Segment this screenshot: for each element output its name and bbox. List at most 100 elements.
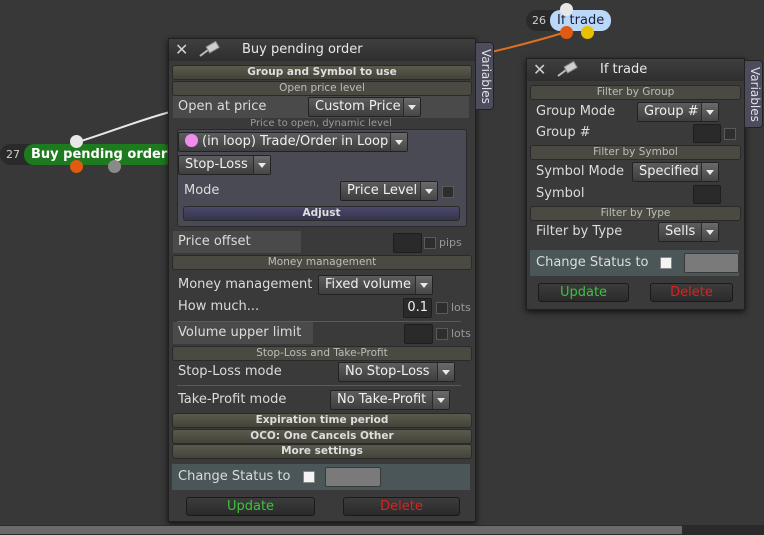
delete-button[interactable]: Delete <box>650 283 733 302</box>
filter-type-dropdown[interactable]: Sells <box>658 222 719 242</box>
stop-loss-dropdown[interactable]: Stop-Loss <box>178 155 271 175</box>
filter-type-label: Filter by Type <box>536 224 623 239</box>
stop-loss-mode-label: Stop-Loss mode <box>178 364 282 379</box>
update-button[interactable]: Update <box>538 283 629 302</box>
loop-trade-dropdown[interactable]: (in loop) Trade/Order in Loop <box>178 132 408 152</box>
group-number-input[interactable] <box>693 124 721 143</box>
chevron-down-icon <box>701 163 718 181</box>
pips-unit: pips <box>439 236 462 249</box>
dropdown-value: Sells <box>665 224 696 239</box>
section-expiration[interactable]: Expiration time period <box>172 413 472 428</box>
output-connector-orange[interactable] <box>560 26 573 39</box>
input-connector[interactable] <box>560 3 573 16</box>
symbol-label: Symbol <box>536 186 585 201</box>
volume-upper-limit-input[interactable] <box>404 324 433 344</box>
how-much-label: How much... <box>178 299 260 314</box>
volume-upper-limit-label: Volume upper limit <box>178 325 302 340</box>
mode-checkbox[interactable] <box>442 186 454 198</box>
scrollbar-thumb[interactable] <box>0 526 682 534</box>
divider <box>177 385 461 386</box>
take-profit-mode-dropdown[interactable]: No Take-Profit <box>330 390 450 410</box>
dropdown-value: Fixed volume <box>325 277 411 292</box>
hint-text: Price to open, dynamic level <box>250 118 392 129</box>
section-filter-group[interactable]: Filter by Group <box>530 85 741 100</box>
chevron-down-icon <box>701 223 718 241</box>
price-offset-label: Price offset <box>178 234 251 249</box>
change-status-input[interactable] <box>325 467 381 487</box>
buy-pending-order-node[interactable]: 27 Buy pending order <box>0 144 175 165</box>
mode-dropdown[interactable]: Price Level <box>340 181 438 201</box>
pink-circle-icon <box>185 134 198 147</box>
horizontal-scrollbar[interactable] <box>0 525 764 535</box>
section-filter-type[interactable]: Filter by Type <box>530 206 741 221</box>
lots-unit: lots <box>451 327 471 340</box>
group-mode-dropdown[interactable]: Group # <box>637 102 719 122</box>
section-open-price-level[interactable]: Open price level <box>172 81 472 96</box>
node-number: 27 <box>6 148 20 161</box>
output-connector-orange[interactable] <box>70 160 83 173</box>
panel-titlebar[interactable]: ✕ Buy pending order <box>169 39 475 61</box>
chevron-down-icon <box>432 391 449 409</box>
how-much-input[interactable]: 0.1 <box>403 298 432 318</box>
section-more-settings[interactable]: More settings <box>172 444 472 459</box>
money-management-dropdown[interactable]: Fixed volume <box>318 275 433 295</box>
section-group-symbol[interactable]: Group and Symbol to use <box>172 65 472 80</box>
change-status-checkbox[interactable] <box>660 257 672 269</box>
chevron-down-icon <box>390 133 407 151</box>
node-label: If trade <box>550 10 612 31</box>
dropdown-value: Custom Price <box>315 99 401 114</box>
open-at-price-dropdown[interactable]: Custom Price <box>308 97 421 117</box>
dropdown-value: (in loop) Trade/Order in Loop <box>202 134 389 149</box>
symbol-input[interactable] <box>693 185 721 204</box>
close-icon[interactable]: ✕ <box>175 42 191 58</box>
section-money-management[interactable]: Money management <box>172 255 472 270</box>
symbol-mode-label: Symbol Mode <box>536 164 624 179</box>
change-status-input[interactable] <box>684 253 739 273</box>
if-variables-tab[interactable]: Variables <box>744 60 763 128</box>
output-connector-yellow[interactable] <box>581 26 594 39</box>
pin-icon[interactable] <box>197 41 221 59</box>
how-much-value: 0.1 <box>407 300 428 315</box>
input-connector[interactable] <box>70 135 83 148</box>
output-connector-gray[interactable] <box>108 160 121 173</box>
panel-title: Buy pending order <box>242 42 363 57</box>
if-trade-panel: ✕ If trade Filter by Group Group Mode Gr… <box>526 58 745 310</box>
dropdown-value: Specified <box>639 164 699 179</box>
price-offset-input[interactable] <box>393 233 422 253</box>
section-oco[interactable]: OCO: One Cancels Other <box>172 429 472 444</box>
price-offset-checkbox[interactable] <box>424 237 436 249</box>
chevron-down-icon <box>415 276 432 294</box>
chevron-down-icon <box>701 103 718 121</box>
section-filter-symbol[interactable]: Filter by Symbol <box>530 145 741 160</box>
take-profit-mode-label: Take-Profit mode <box>178 392 287 407</box>
money-management-label: Money management <box>178 277 313 292</box>
close-icon[interactable]: ✕ <box>533 62 549 78</box>
pin-icon[interactable] <box>555 61 579 79</box>
update-button[interactable]: Update <box>186 497 315 516</box>
chevron-down-icon <box>403 98 420 116</box>
change-status-label: Change Status to <box>178 469 291 484</box>
panel-titlebar[interactable]: ✕ If trade <box>527 59 744 81</box>
dropdown-value: Group # <box>644 104 699 119</box>
group-number-label: Group # <box>536 125 591 140</box>
chevron-down-icon <box>420 182 437 200</box>
volume-upper-limit-checkbox[interactable] <box>436 328 448 340</box>
stop-loss-mode-dropdown[interactable]: No Stop-Loss <box>338 362 455 382</box>
dropdown-value: No Stop-Loss <box>345 364 430 379</box>
symbol-mode-dropdown[interactable]: Specified <box>632 162 719 182</box>
adjust-button[interactable]: Adjust <box>183 206 460 221</box>
buy-pending-order-panel: ✕ Buy pending order Group and Symbol to … <box>168 38 476 522</box>
node-number: 26 <box>532 14 546 27</box>
chevron-down-icon <box>437 363 454 381</box>
chevron-down-icon <box>253 156 270 174</box>
buy-variables-tab[interactable]: Variables <box>475 42 494 110</box>
delete-button[interactable]: Delete <box>343 497 460 516</box>
section-sl-tp[interactable]: Stop-Loss and Take-Profit <box>172 346 472 361</box>
panel-title: If trade <box>600 62 648 77</box>
node-label: Buy pending order <box>24 144 175 165</box>
group-number-checkbox[interactable] <box>724 128 736 140</box>
open-at-price-label: Open at price <box>178 99 267 114</box>
change-status-label: Change Status to <box>536 255 649 270</box>
how-much-checkbox[interactable] <box>436 302 448 314</box>
change-status-checkbox[interactable] <box>303 471 315 483</box>
